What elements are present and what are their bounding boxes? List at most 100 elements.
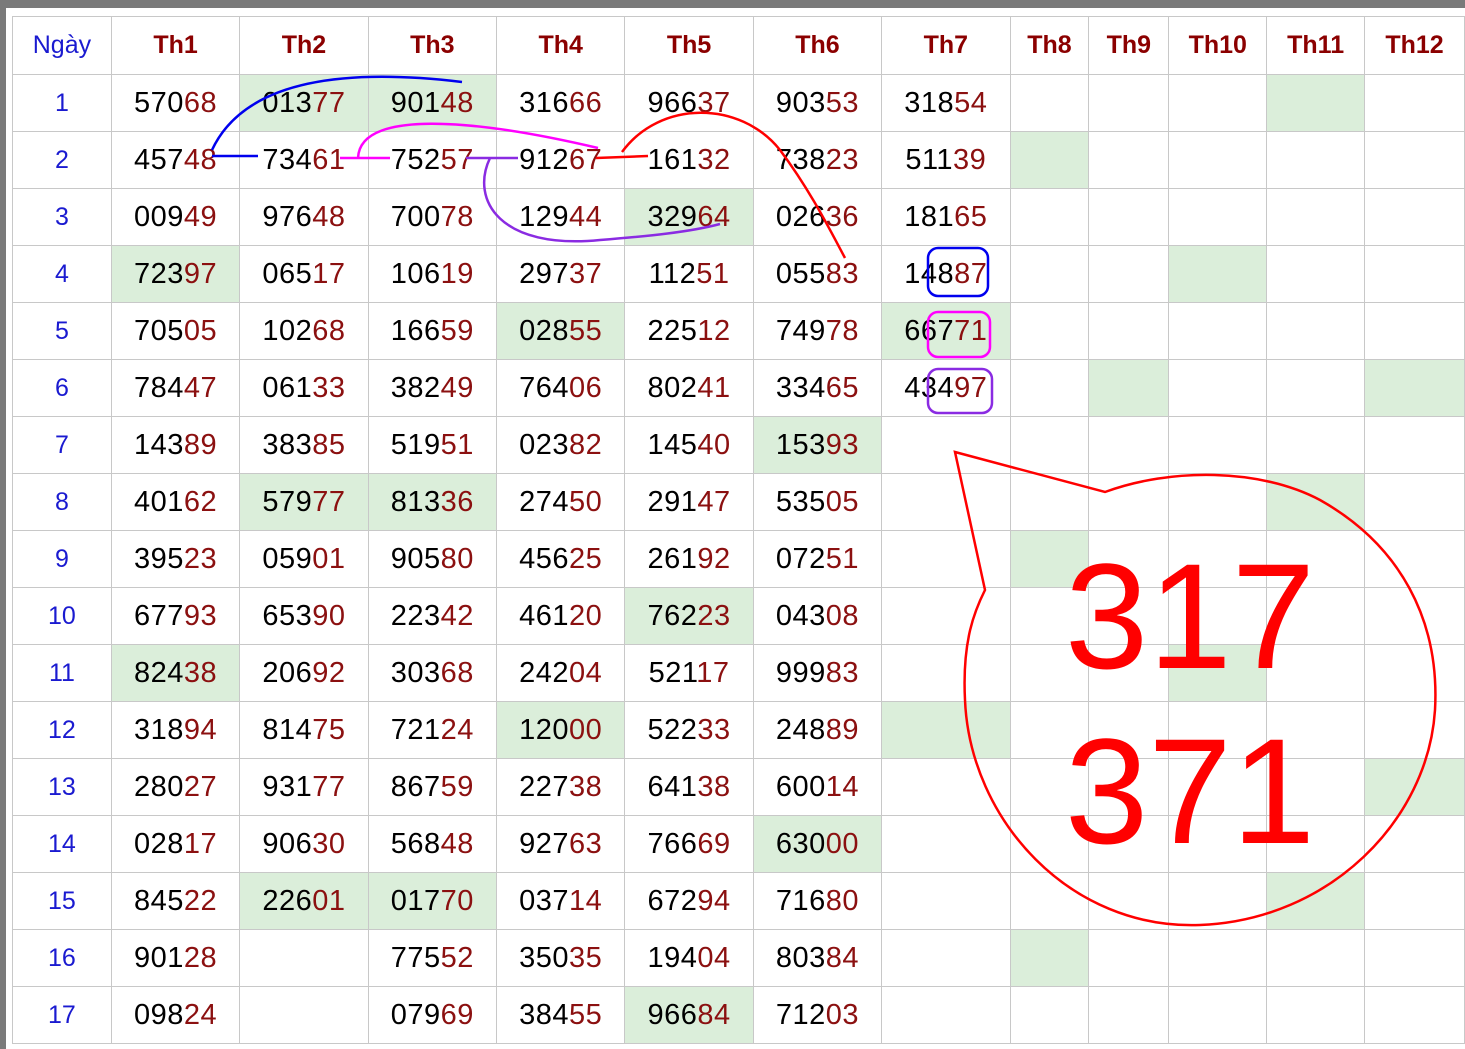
result-cell: 18165 [881,188,1011,246]
result-cell: 31854 [881,74,1011,132]
result-prefix: 845 [133,884,184,917]
result-cell [1009,245,1090,303]
result-cell [1364,929,1465,987]
table-row: 15 84522 22601 01770 03714 67294 71680 [12,872,1465,930]
result-cell: 75257 [367,131,498,189]
result-last-two-digits: 83 [825,257,860,290]
table-row: 6 78447 06133 38249 76406 80241 33465 43497 [12,359,1465,417]
result-cell: 38385 [239,416,369,474]
result-last-two-digits: 00 [569,713,603,746]
result-cell [1088,587,1170,645]
result-last-two-digits: 51 [696,257,730,290]
result-cell: 46120 [495,587,626,645]
result-prefix: 723 [133,257,184,290]
result-last-two-digits: 55 [569,998,603,1031]
day-number: 3 [12,188,112,246]
result-cell [881,986,1011,1044]
result-cell: 67793 [110,587,241,645]
result-cell: 22601 [239,872,369,930]
result-prefix: 009 [133,200,184,233]
result-prefix: 023 [519,428,569,461]
result-prefix: 712 [775,998,826,1031]
result-last-two-digits: 14 [825,770,860,803]
result-cell [1088,815,1170,873]
result-cell: 15393 [752,416,883,474]
result-cell [1009,359,1090,417]
month-column-header: Th10 [1168,16,1268,75]
result-cell [1364,74,1465,132]
result-cell: 63000 [752,815,883,873]
result-cell [1009,131,1090,189]
result-cell: 04308 [752,587,883,645]
result-prefix: 161 [647,143,698,176]
result-last-two-digits: 97 [183,257,218,290]
month-column-header: Th7 [881,16,1011,75]
result-cell: 39523 [110,530,241,588]
result-cell [1088,416,1170,474]
result-prefix: 318 [133,713,184,746]
result-cell: 11251 [624,245,754,303]
result-cell: 01377 [239,74,369,132]
result-prefix: 906 [262,827,313,860]
result-cell [1168,245,1268,303]
result-cell: 32964 [624,188,754,246]
result-last-two-digits: 48 [440,827,474,860]
result-prefix: 072 [775,542,826,575]
table-body: 1 57068 01377 90148 31666 96637 90353 31854 2 457… [12,74,1465,1044]
result-cell: 91267 [495,131,626,189]
result-prefix: 705 [133,314,184,347]
result-cell [1088,530,1170,588]
result-prefix: 382 [390,371,441,404]
result-cell [1266,530,1366,588]
result-prefix: 716 [775,884,826,917]
day-number: 12 [12,701,112,759]
result-prefix: 766 [647,827,698,860]
result-cell: 84522 [110,872,241,930]
result-cell [1266,758,1366,816]
result-cell [1009,815,1090,873]
result-cell [1168,986,1268,1044]
result-last-two-digits: 68 [312,314,346,347]
table-row: 14 02817 90630 56848 92763 76669 63000 [12,815,1465,873]
result-cell [1168,644,1268,702]
result-cell [1088,359,1170,417]
result-prefix: 248 [775,713,826,746]
result-last-two-digits: 64 [697,200,731,233]
result-prefix: 316 [519,86,569,119]
result-cell [1168,188,1268,246]
day-number: 2 [12,131,112,189]
result-cell [1266,245,1366,303]
result-last-two-digits: 84 [825,941,860,974]
result-prefix: 065 [262,257,313,290]
result-last-two-digits: 80 [825,884,860,917]
result-last-two-digits: 38 [569,770,603,803]
result-last-two-digits: 92 [312,656,346,689]
result-cell [1364,416,1465,474]
result-prefix: 291 [647,485,698,518]
result-prefix: 511 [905,143,954,176]
result-last-two-digits: 59 [440,314,474,347]
result-cell: 73823 [752,131,883,189]
result-cell [1088,74,1170,132]
result-last-two-digits: 49 [440,371,474,404]
result-last-two-digits: 14 [569,884,603,917]
result-cell [1168,815,1268,873]
result-prefix: 401 [133,485,184,518]
result-prefix: 966 [647,86,698,119]
result-cell [1009,302,1090,360]
result-cell [1088,986,1170,1044]
result-prefix: 055 [775,257,826,290]
result-cell [1088,188,1170,246]
result-cell [1266,644,1366,702]
result-cell: 52233 [624,701,754,759]
result-cell: 93177 [239,758,369,816]
month-column-header: Th4 [495,16,626,75]
result-cell [1088,758,1170,816]
result-last-two-digits: 84 [697,998,731,1031]
result-last-two-digits: 20 [569,599,603,632]
result-cell [1364,245,1465,303]
result-cell: 80384 [752,929,883,987]
result-last-two-digits: 78 [825,314,860,347]
result-last-two-digits: 36 [825,200,860,233]
result-prefix: 120 [519,713,569,746]
